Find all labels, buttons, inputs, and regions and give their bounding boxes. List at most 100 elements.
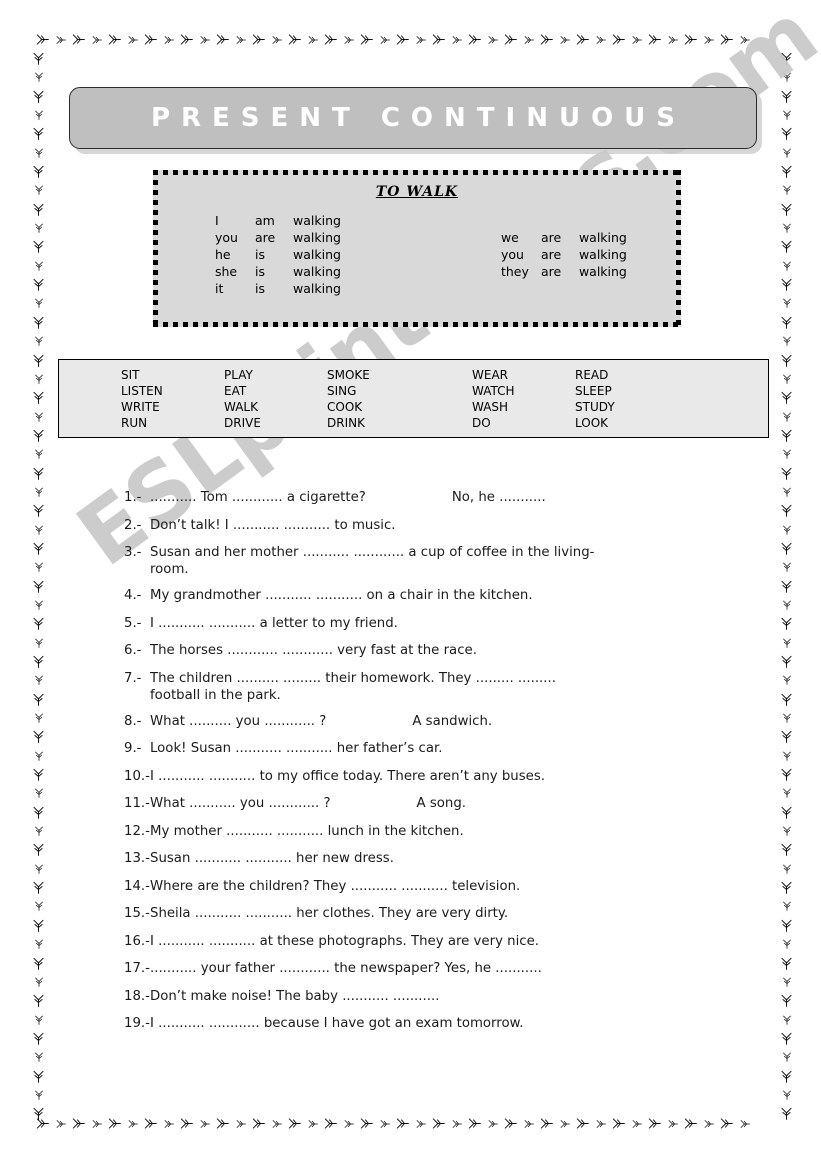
bird-track-icon xyxy=(144,1117,157,1130)
conjugation-verb: walking xyxy=(293,264,341,279)
bird-track-icon xyxy=(612,1117,625,1130)
exercise-item: 4.- My grandmother ........... ..........… xyxy=(124,587,684,604)
bird-track-icon xyxy=(56,1119,66,1129)
exercise-number: 17.- xyxy=(124,961,150,976)
exercise-sentence: I ........... ........... a letter to my… xyxy=(150,615,398,631)
verb-item: WALK xyxy=(224,400,258,414)
conjugation-auxiliary: am xyxy=(255,213,275,228)
bird-track-icon xyxy=(34,336,44,347)
bird-track-icon xyxy=(32,768,45,781)
conjugation-row: she is walking xyxy=(215,263,341,280)
conjugation-column-plural: we are walking you are walking they are walking xyxy=(501,212,627,297)
conjugation-auxiliary: is xyxy=(255,281,265,296)
bird-track-icon xyxy=(780,957,793,970)
exercise-sentence: What .......... you ............ ? xyxy=(150,713,327,729)
verb-item: STUDY xyxy=(575,400,615,414)
bird-track-icon xyxy=(416,35,426,45)
exercise-text-wrap: Sheila ........... ........... her cloth… xyxy=(150,905,684,922)
bird-track-icon xyxy=(782,1015,792,1025)
bird-track-icon xyxy=(782,449,792,460)
bird-track-icon xyxy=(540,33,553,46)
conjugation-auxiliary: is xyxy=(255,264,265,279)
bird-track-icon xyxy=(144,33,157,46)
bird-track-icon xyxy=(34,412,44,422)
bird-track-icon xyxy=(34,72,44,83)
exercise-number: 3.- xyxy=(124,545,142,560)
bird-track-icon xyxy=(780,881,793,894)
bird-track-icon xyxy=(396,1117,409,1130)
exercise-sentence: Susan ........... ........... her new dr… xyxy=(150,851,394,866)
conjugation-auxiliary: are xyxy=(540,247,562,262)
bird-track-icon xyxy=(36,33,49,46)
bird-track-icon xyxy=(782,525,792,535)
conjugation-verb: walking xyxy=(578,247,627,262)
verb-item: DRINK xyxy=(327,416,365,430)
exercise-item: 18.- Don’t make noise! The baby .........… xyxy=(124,988,684,1005)
exercise-text-wrap: Where are the children? They ...........… xyxy=(150,878,684,895)
bird-track-icon xyxy=(32,127,45,141)
exercise-sentence: The children .......... ......... their … xyxy=(150,670,556,686)
exercise-sentence: My grandmother ........... ........... o… xyxy=(150,588,533,603)
verb-item: SMOKE xyxy=(327,368,370,382)
bird-track-icon xyxy=(780,203,793,216)
bird-track-icon xyxy=(782,675,792,686)
bird-track-icon xyxy=(34,374,44,384)
bird-track-icon xyxy=(684,1117,697,1130)
exercise-text-wrap: The children .......... ......... their … xyxy=(150,670,684,704)
bird-track-icon xyxy=(560,1119,570,1129)
conjugation-subject: she xyxy=(215,264,238,279)
bird-track-icon xyxy=(32,391,45,405)
bird-track-icon xyxy=(32,806,45,819)
exercise-number: 5.- xyxy=(124,615,142,631)
bird-track-icon xyxy=(32,843,45,857)
conjugation-subject: he xyxy=(215,247,231,262)
page-border-bottom xyxy=(36,1117,788,1130)
bird-track-icon xyxy=(34,751,44,761)
bird-track-icon xyxy=(32,504,45,518)
conjugation-verb: walking xyxy=(293,230,341,245)
bird-track-icon xyxy=(782,638,792,648)
bird-track-icon xyxy=(668,1119,678,1129)
exercise-item: 16.- I ........... ........... at these p… xyxy=(124,933,684,950)
bird-track-icon xyxy=(32,429,45,442)
exercise-text-wrap: My mother ........... ........... lunch … xyxy=(150,823,684,840)
conjugation-auxiliary: are xyxy=(255,230,276,245)
exercise-sentence: ........... your father ............ the… xyxy=(150,961,542,976)
verb-item: SLEEP xyxy=(575,384,612,398)
bird-track-icon xyxy=(524,35,534,45)
bird-track-icon xyxy=(308,1119,318,1129)
bird-track-icon xyxy=(34,600,44,610)
bird-track-icon xyxy=(740,1119,750,1129)
conjugation-verb: walking xyxy=(293,281,341,296)
exercise-item: 8.- What .......... you ............ ? A s… xyxy=(124,713,684,730)
bird-track-icon xyxy=(432,1117,445,1130)
conjugation-row: he is walking xyxy=(215,246,341,263)
bird-track-icon xyxy=(782,788,792,799)
conjugation-subject: I xyxy=(215,213,219,228)
verb-item: DO xyxy=(472,416,491,430)
bird-track-icon xyxy=(32,90,45,103)
bird-track-icon xyxy=(780,768,793,781)
bird-track-icon xyxy=(34,223,44,233)
exercise-answer: No, he ........... xyxy=(451,490,546,505)
bird-track-icon xyxy=(782,72,792,83)
bird-track-icon xyxy=(782,977,792,987)
conjugation-column-singular: Iam walking you are walking he is walking she is w… xyxy=(215,212,341,297)
conjugation-verb: walking xyxy=(293,247,341,262)
bird-track-icon xyxy=(488,35,498,45)
bird-track-icon xyxy=(34,826,44,836)
conjugation-row: you are walking xyxy=(215,229,341,246)
exercise-sentence: I ........... ........... at these photo… xyxy=(150,933,539,949)
exercise-sentence: The horses ............ ............ ver… xyxy=(150,643,477,658)
bird-track-icon xyxy=(32,617,45,631)
conjugation-subject: you xyxy=(500,247,524,262)
bird-track-icon xyxy=(34,148,44,158)
bird-track-icon xyxy=(780,806,793,819)
bird-track-icon xyxy=(34,977,44,987)
bird-track-icon xyxy=(72,1117,85,1130)
exercise-text-wrap: ........... Tom ............ a cigarette… xyxy=(150,489,684,506)
conjugation-subject: we xyxy=(500,230,519,245)
bird-track-icon xyxy=(200,1119,210,1129)
bird-track-icon xyxy=(216,33,229,46)
exercise-number: 18.- xyxy=(124,988,150,1004)
